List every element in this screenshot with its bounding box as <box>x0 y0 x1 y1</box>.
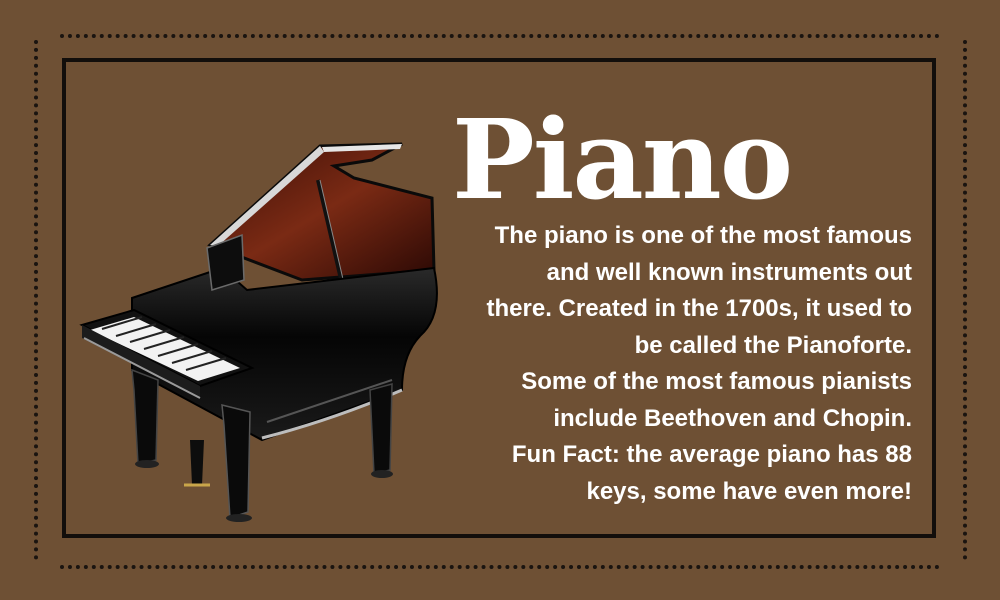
top-dotted-border <box>60 34 940 38</box>
description-line: Fun Fact: the average piano has 88 <box>511 441 912 468</box>
page-title: Piano <box>452 95 793 224</box>
description-line: and well known instruments out <box>546 258 912 286</box>
grand-piano-illustration <box>79 142 438 522</box>
piano-description: The piano is one of the most famous and … <box>432 218 912 510</box>
right-dotted-border <box>963 40 967 560</box>
description-line: include Beethoven and Chopin. <box>553 404 912 432</box>
left-dotted-border <box>34 40 38 560</box>
description-line: be called the Pianoforte. <box>634 331 912 359</box>
description-line: The piano is one of the most famous <box>494 222 912 249</box>
bottom-dotted-border <box>60 565 940 569</box>
description-line: keys, some have even more! <box>586 477 912 505</box>
description-line: Some of the most famous pianists <box>521 368 912 395</box>
description-line: there. Created in the 1700s, it used to <box>486 295 912 322</box>
